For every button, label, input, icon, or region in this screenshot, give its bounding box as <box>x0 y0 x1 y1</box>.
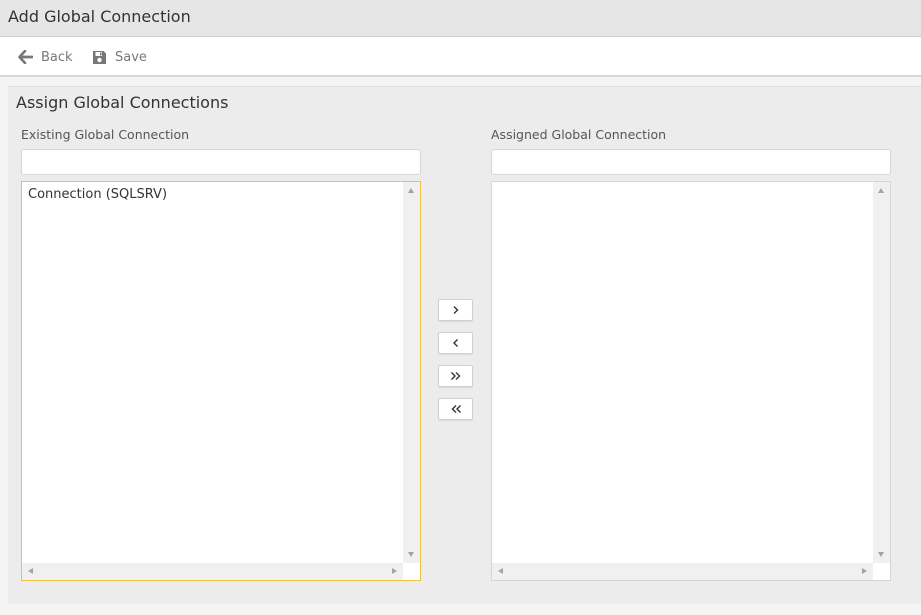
back-label: Back <box>41 49 73 65</box>
scroll-right-icon[interactable] <box>392 568 397 574</box>
assigned-vertical-scrollbar[interactable] <box>873 182 890 563</box>
scroll-right-icon[interactable] <box>862 568 867 574</box>
save-label: Save <box>115 49 147 65</box>
move-right-button[interactable] <box>438 299 473 321</box>
scroll-down-icon[interactable] <box>408 552 414 557</box>
scroll-corner <box>873 563 890 580</box>
assigned-listbox[interactable] <box>491 181 891 581</box>
chevron-right-icon <box>453 306 458 314</box>
section-title: Assign Global Connections <box>16 93 229 112</box>
title-bar: Add Global Connection <box>0 0 921 37</box>
move-all-right-button[interactable] <box>438 365 473 387</box>
existing-horizontal-scrollbar[interactable] <box>22 563 403 580</box>
window-title: Add Global Connection <box>8 7 191 26</box>
existing-label: Existing Global Connection <box>21 127 190 142</box>
arrow-left-icon <box>18 50 33 64</box>
toolbar: Back Save <box>0 37 921 77</box>
existing-filter-input[interactable] <box>21 149 421 175</box>
move-all-left-button[interactable] <box>438 398 473 420</box>
scroll-up-icon[interactable] <box>408 188 414 193</box>
assign-panel: Assign Global Connections Existing Globa… <box>8 86 921 604</box>
list-item[interactable]: Connection (SQLSRV) <box>22 182 403 202</box>
existing-listbox[interactable]: Connection (SQLSRV) <box>21 181 421 581</box>
scroll-corner <box>403 563 420 580</box>
floppy-disk-icon <box>93 50 106 64</box>
assigned-label: Assigned Global Connection <box>491 127 667 142</box>
back-button[interactable]: Back <box>18 47 73 67</box>
assigned-list-area <box>492 182 873 563</box>
assigned-filter-input[interactable] <box>491 149 891 175</box>
scroll-up-icon[interactable] <box>878 188 884 193</box>
scroll-left-icon[interactable] <box>498 568 503 574</box>
double-chevron-right-icon <box>450 372 460 380</box>
double-chevron-left-icon <box>451 405 461 413</box>
move-left-button[interactable] <box>438 332 473 354</box>
chevron-left-icon <box>452 339 458 347</box>
existing-vertical-scrollbar[interactable] <box>403 182 420 563</box>
assigned-horizontal-scrollbar[interactable] <box>492 563 873 580</box>
scroll-down-icon[interactable] <box>878 552 884 557</box>
existing-list-area: Connection (SQLSRV) <box>22 182 403 563</box>
save-button[interactable]: Save <box>92 47 147 67</box>
scroll-left-icon[interactable] <box>28 568 33 574</box>
